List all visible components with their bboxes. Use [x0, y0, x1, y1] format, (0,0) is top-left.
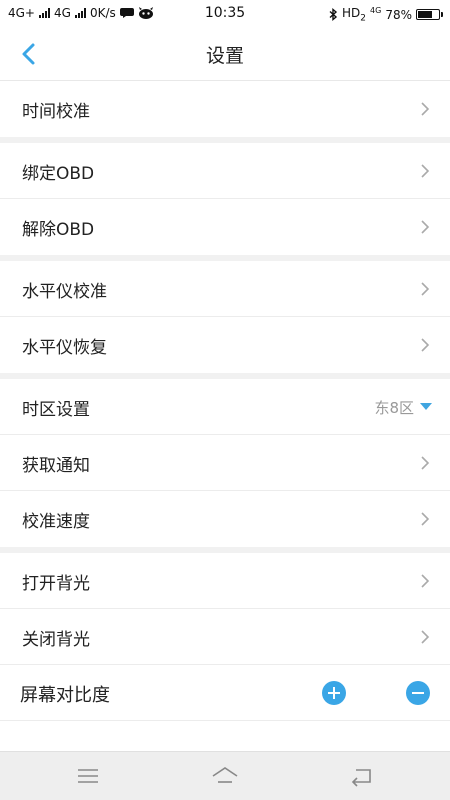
bluetooth-icon [329, 8, 338, 22]
contrast-increase-button[interactable] [322, 681, 346, 705]
chevron-right-icon [421, 630, 430, 644]
row-level-restore[interactable]: 水平仪恢复 [0, 317, 450, 373]
title-bar: 设置 [0, 28, 450, 81]
chevron-right-icon [421, 574, 430, 588]
row-label: 水平仪恢复 [22, 338, 107, 358]
chevron-right-icon [421, 282, 430, 296]
chevron-right-icon [421, 102, 430, 116]
dropdown-caret-icon[interactable] [420, 403, 432, 410]
battery-percent: 78% [385, 7, 412, 22]
row-label: 解除OBD [22, 220, 95, 240]
timezone-value[interactable]: 东8区 [374, 397, 414, 418]
row-backlight-off[interactable]: 关闭背光 [0, 609, 450, 665]
battery-level [418, 11, 432, 19]
page-title: 设置 [205, 45, 244, 67]
row-label: 时区设置 [22, 400, 90, 420]
contrast-decrease-button[interactable] [406, 681, 430, 705]
row-backlight-on[interactable]: 打开背光 [0, 553, 450, 609]
status-right: HD2 4G 78% [329, 6, 443, 24]
row-get-notification[interactable]: 获取通知 [0, 435, 450, 491]
settings-list: 时间校准 绑定OBD 解除OBD 水平仪校准 水平仪恢复 时区设置 东8区 获取… [0, 81, 450, 721]
status-bar: 4G+ 4G 0K/s 10:35 HD2 4G 78% [0, 0, 450, 28]
chevron-right-icon [421, 164, 430, 178]
hd-indicator: HD2 [342, 6, 367, 24]
menu-icon[interactable] [73, 764, 103, 788]
row-speed-calibration[interactable]: 校准速度 [0, 491, 450, 547]
back-icon[interactable] [348, 764, 378, 788]
chevron-right-icon [421, 456, 430, 470]
chevron-right-icon [421, 220, 430, 234]
row-time-calibration[interactable]: 时间校准 [0, 81, 450, 137]
row-level-calibration[interactable]: 水平仪校准 [0, 261, 450, 317]
row-label: 绑定OBD [22, 164, 95, 184]
row-label: 屏幕对比度 [20, 685, 110, 706]
row-label: 水平仪校准 [22, 282, 107, 302]
chevron-right-icon [421, 512, 430, 526]
row-label: 时间校准 [22, 102, 90, 122]
home-icon[interactable] [210, 764, 240, 788]
row-label: 获取通知 [22, 456, 90, 476]
row-bind-obd[interactable]: 绑定OBD [0, 143, 450, 199]
row-label: 打开背光 [22, 574, 90, 594]
row-timezone-setting[interactable]: 时区设置 东8区 [0, 379, 450, 435]
chevron-right-icon [421, 338, 430, 352]
plus-icon-v [333, 687, 335, 699]
row-screen-contrast: 屏幕对比度 [0, 665, 450, 721]
minus-icon [412, 692, 424, 694]
row-label: 关闭背光 [22, 630, 90, 650]
navigation-bar [0, 751, 450, 800]
row-unbind-obd[interactable]: 解除OBD [0, 199, 450, 255]
4g-indicator: 4G [370, 6, 382, 16]
row-label: 校准速度 [22, 512, 90, 532]
battery-icon [416, 9, 443, 21]
